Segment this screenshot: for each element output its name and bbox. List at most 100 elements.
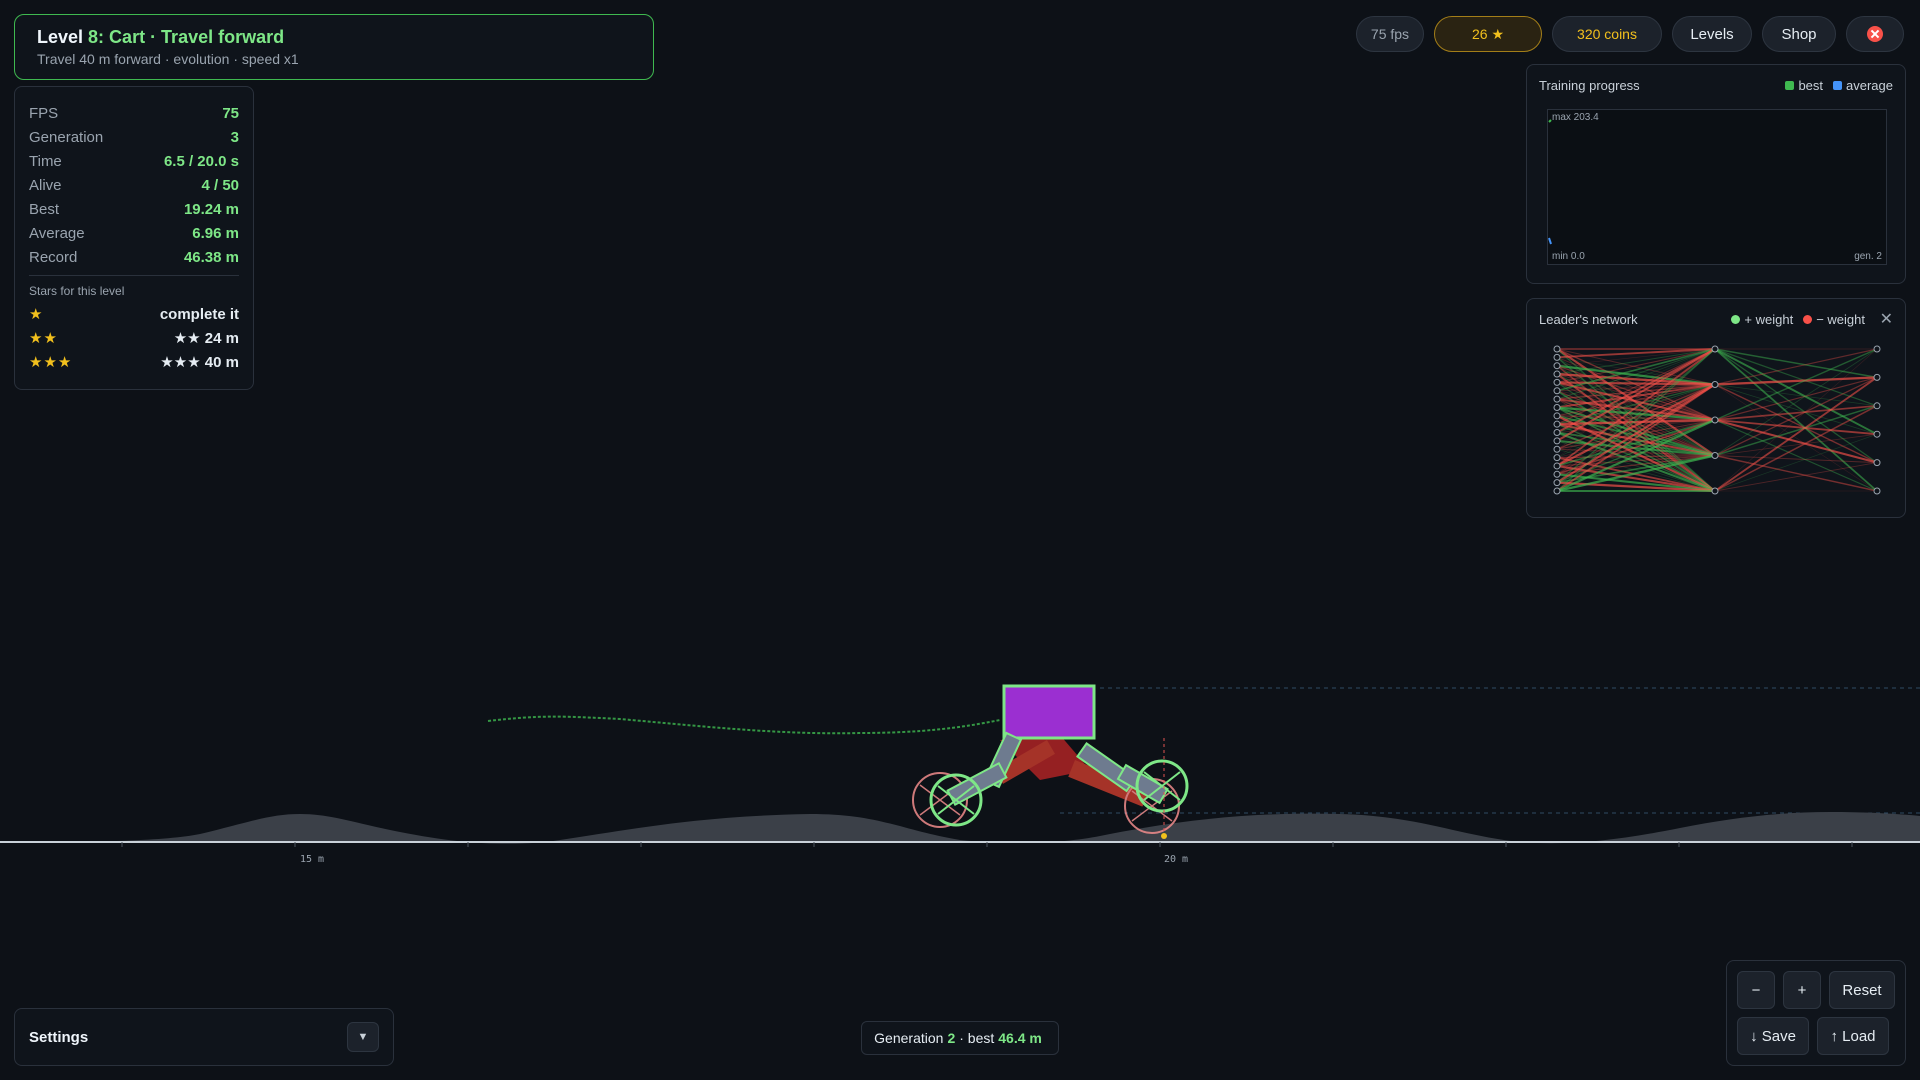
star-requirement: ★★★ 40 m <box>160 354 239 371</box>
stat-value: 4 / 50 <box>201 176 239 194</box>
stat-label: Best <box>29 200 60 218</box>
leader-network-panel: Leader's network + weight − weight ✕ <box>1526 298 1906 518</box>
network-weight <box>1714 433 1878 492</box>
stats-panel: FPS 75 Generation 3 Time 6.5 / 20.0 s Alive… <box>14 86 254 390</box>
star-row-2: ★★ ★★ 24 m <box>29 326 239 350</box>
fps-badge: 75 fps <box>1356 16 1424 52</box>
chevron-down-icon: ▼ <box>357 1031 369 1043</box>
stat-row-time: Time 6.5 / 20.0 s <box>29 149 239 173</box>
generation-best: 46.4 m <box>998 1030 1042 1046</box>
network-node <box>1553 370 1561 378</box>
tick-label-20m: 20 m <box>1164 854 1188 865</box>
mute-button[interactable] <box>1846 16 1904 52</box>
close-network-icon[interactable]: ✕ <box>1880 309 1893 329</box>
network-node <box>1711 452 1719 459</box>
game-screen: 15 m 20 m Level 8: Cart · Travel forward… <box>0 0 1920 1080</box>
network-graph <box>1553 345 1881 495</box>
network-node <box>1553 403 1561 411</box>
divider <box>29 275 239 276</box>
stat-value: 3 <box>230 128 239 146</box>
generation-middle: · best <box>959 1030 995 1046</box>
stat-value: 75 <box>222 104 239 122</box>
network-node <box>1711 345 1719 353</box>
mute-icon <box>1867 26 1883 42</box>
level-prefix: Level <box>37 27 84 47</box>
generation-status: Generation 2 · best 46.4 m <box>861 1021 1059 1055</box>
stars-heading: Stars for this level <box>29 284 125 298</box>
zoom-in-button[interactable]: + <box>1783 971 1821 1009</box>
tick-label-15m: 15 m <box>300 854 324 865</box>
generation-number: 2 <box>947 1030 956 1046</box>
stat-value: 6.96 m <box>192 224 239 242</box>
levels-button[interactable]: Levels <box>1672 16 1752 52</box>
network-node <box>1553 462 1561 470</box>
network-node <box>1711 381 1719 388</box>
network-node <box>1873 373 1881 381</box>
network-node <box>1553 345 1561 353</box>
star-icon: ★★ <box>29 330 58 347</box>
network-node <box>1553 445 1561 453</box>
stat-value: 19.24 m <box>183 200 239 218</box>
load-button[interactable]: ↑ Load <box>1817 1017 1889 1055</box>
best-trail <box>487 715 1001 735</box>
network-node <box>1553 387 1561 395</box>
level-title: Level 8: Cart · Travel forward <box>37 25 631 49</box>
training-plot: max 203.4 min 0.0 gen. 2 <box>1547 109 1887 265</box>
stat-row-generation: Generation 3 <box>29 125 239 149</box>
network-node <box>1711 487 1719 495</box>
network-node <box>1553 437 1561 445</box>
stat-row-fps: FPS 75 <box>29 101 239 125</box>
legend-best-label: best <box>1798 78 1824 93</box>
level-subtitle: Travel 40 m forward · evolution · speed … <box>37 51 299 67</box>
network-node <box>1873 430 1881 438</box>
network-node <box>1553 395 1561 403</box>
legend-best: best <box>1785 78 1823 93</box>
stars-counter: 26 ★ <box>1434 16 1542 52</box>
level-name: 8: Cart · Travel forward <box>88 27 285 47</box>
network-legend: + weight − weight <box>1731 312 1865 327</box>
network-weight <box>1714 348 1878 464</box>
network-node <box>1553 362 1561 370</box>
stat-label: Record <box>29 248 78 266</box>
star-requirement: complete it <box>159 305 239 323</box>
network-weight <box>1714 376 1878 457</box>
cart-body <box>1002 684 1096 740</box>
network-node <box>1553 412 1561 420</box>
save-button[interactable]: ↓ Save <box>1737 1017 1809 1055</box>
stat-value: 46.38 m <box>183 248 239 266</box>
stat-label: FPS <box>29 104 59 122</box>
stat-label: Average <box>29 224 85 242</box>
legend-positive: + weight <box>1731 312 1793 327</box>
network-node <box>1553 487 1561 495</box>
settings-toggle-button[interactable]: ▼ <box>347 1022 379 1052</box>
network-node <box>1553 353 1561 361</box>
shop-button[interactable]: Shop <box>1762 16 1836 52</box>
network-node <box>1873 345 1881 353</box>
average-swatch-icon <box>1833 81 1843 90</box>
generation-prefix: Generation <box>874 1030 944 1046</box>
network-weight <box>1714 348 1878 379</box>
star-row-1: ★ complete it <box>29 302 239 326</box>
legend-negative: − weight <box>1803 312 1865 327</box>
legend-average: average <box>1833 78 1893 93</box>
training-legend: best average <box>1785 78 1893 93</box>
stat-label: Generation <box>29 128 104 146</box>
network-node <box>1711 416 1719 424</box>
reset-view-button[interactable]: Reset <box>1829 971 1895 1009</box>
view-controls: − + Reset ↓ Save ↑ Load <box>1726 960 1906 1066</box>
stat-row-alive: Alive 4 / 50 <box>29 173 239 197</box>
positive-weight-icon <box>1731 315 1741 324</box>
stat-label: Alive <box>29 176 62 194</box>
best-swatch-icon <box>1785 81 1795 90</box>
network-node <box>1553 470 1561 478</box>
stat-row-record: Record 46.38 m <box>29 245 239 269</box>
training-progress-panel: Training progress best average max 203.4… <box>1526 64 1906 284</box>
settings-panel[interactable]: Settings ▼ <box>14 1008 394 1066</box>
network-node <box>1553 454 1561 462</box>
network-node <box>1553 420 1561 428</box>
network-node <box>1553 429 1561 437</box>
zoom-out-button[interactable]: − <box>1737 971 1775 1009</box>
network-weight <box>1714 383 1878 464</box>
network-node <box>1553 378 1561 386</box>
network-node <box>1873 487 1881 495</box>
